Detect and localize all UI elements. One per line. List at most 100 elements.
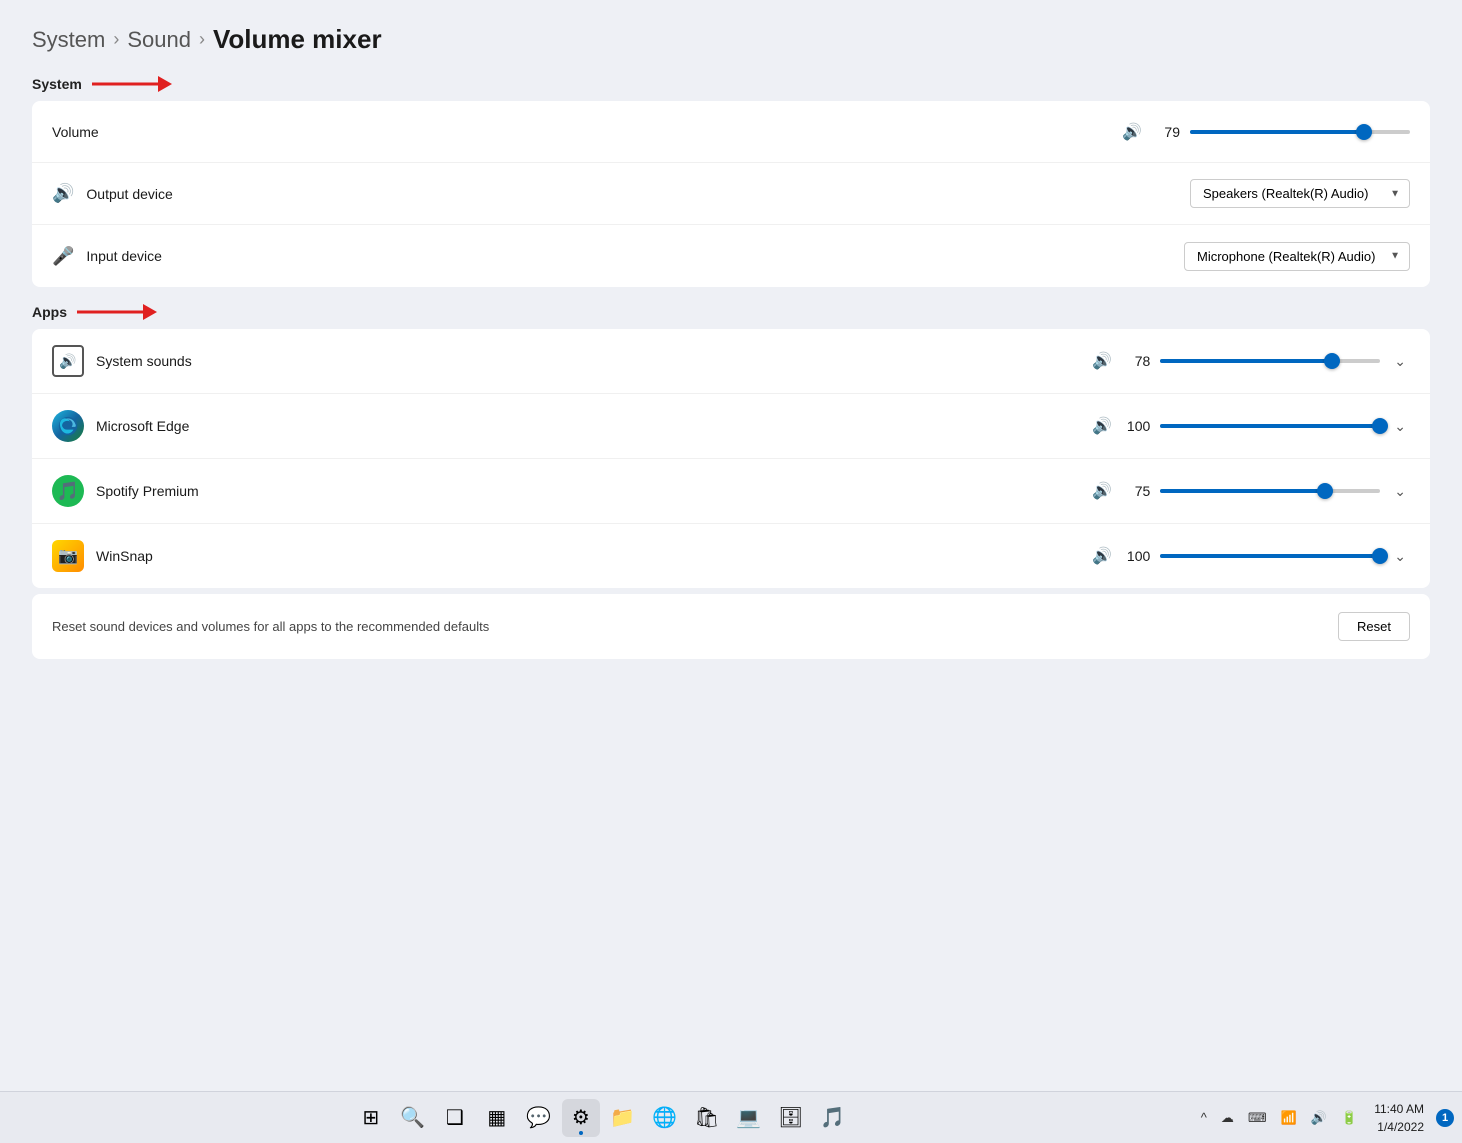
clock-date: 1/4/2022 (1374, 1118, 1424, 1136)
spotify-icon: 🎵 (52, 475, 84, 507)
volume-value: 79 (1152, 124, 1180, 140)
breadcrumb-sep2: › (199, 29, 205, 50)
breadcrumb: System › Sound › Volume mixer (32, 24, 1430, 55)
system-sounds-icon: 🔊 (52, 345, 84, 377)
widgets-icon[interactable]: ▦ (478, 1099, 516, 1137)
app-label-3: 📷 WinSnap (52, 540, 192, 572)
dell-icon[interactable]: 💻 (730, 1099, 768, 1137)
app-slider-thumb-3[interactable] (1372, 548, 1388, 564)
edge-icon (52, 410, 84, 442)
input-device-dropdown-wrapper: Microphone (Realtek(R) Audio) Line In US… (1184, 242, 1410, 271)
volume-slider[interactable] (1190, 122, 1410, 142)
app-controls-0: 🔊 78 ⌄ (1092, 349, 1410, 374)
app-slider-track-1 (1160, 424, 1380, 428)
tray-wifi-icon[interactable]: 📶 (1276, 1107, 1302, 1129)
breadcrumb-system[interactable]: System (32, 27, 105, 53)
tray-keyboard-icon[interactable]: ⌨ (1243, 1107, 1272, 1129)
search-icon[interactable]: 🔍 (394, 1099, 432, 1137)
volume-fill (1190, 130, 1364, 134)
app-slider-track-3 (1160, 554, 1380, 558)
volume-speaker-icon: 🔊 (1122, 122, 1142, 142)
app-slider-thumb-1[interactable] (1372, 418, 1388, 434)
app-row-2: 🎵Spotify Premium 🔊 75 ⌄ (32, 459, 1430, 524)
store-icon[interactable]: 🛍 (688, 1099, 726, 1137)
settings-icon[interactable]: ⚙ (562, 1099, 600, 1137)
app-slider-thumb-2[interactable] (1317, 483, 1333, 499)
app-label-2: 🎵Spotify Premium (52, 475, 199, 507)
app-vol-value-1: 100 (1122, 418, 1150, 434)
explorer-icon[interactable]: 📁 (604, 1099, 642, 1137)
input-device-row: 🎤 Input device Microphone (Realtek(R) Au… (32, 225, 1430, 287)
input-device-controls: Microphone (Realtek(R) Audio) Line In US… (1184, 242, 1410, 271)
taskbar-tray: ^ ☁ ⌨ 📶 🔊 🔋 11:40 AM 1/4/2022 1 (1196, 1098, 1454, 1138)
volume-track (1190, 130, 1410, 134)
output-device-dropdown-wrapper: Speakers (Realtek(R) Audio) HDMI Audio U… (1190, 179, 1410, 208)
clock-block[interactable]: 11:40 AM 1/4/2022 (1368, 1098, 1430, 1138)
reset-row: Reset sound devices and volumes for all … (32, 594, 1430, 659)
app-vol-icon-3: 🔊 (1092, 546, 1112, 566)
app-controls-3: 🔊 100 ⌄ (1092, 544, 1410, 569)
volume-controls: 🔊 79 (1122, 122, 1410, 142)
app-name-1: Microsoft Edge (96, 418, 189, 434)
app-label-1: Microsoft Edge (52, 410, 192, 442)
tray-battery-icon[interactable]: 🔋 (1336, 1107, 1362, 1129)
app-label-0: 🔊 System sounds (52, 345, 192, 377)
tray-cloud-icon[interactable]: ☁ (1216, 1107, 1239, 1129)
tray-chevron-icon[interactable]: ^ (1196, 1107, 1212, 1128)
breadcrumb-sound[interactable]: Sound (127, 27, 191, 53)
app-slider-0[interactable] (1160, 351, 1380, 371)
app-expand-button-0[interactable]: ⌄ (1390, 349, 1410, 374)
output-speaker-icon: 🔊 (52, 183, 74, 204)
app-row-3: 📷 WinSnap 🔊 100 ⌄ (32, 524, 1430, 588)
spotify-taskbar-icon[interactable]: 🎵 (814, 1099, 852, 1137)
breadcrumb-sep1: › (113, 29, 119, 50)
winsnap-icon: 📷 (52, 540, 84, 572)
volume-row: Volume 🔊 79 (32, 101, 1430, 163)
output-device-dropdown[interactable]: Speakers (Realtek(R) Audio) HDMI Audio U… (1190, 179, 1410, 208)
start-icon[interactable]: ⊞ (352, 1099, 390, 1137)
notification-badge[interactable]: 1 (1436, 1109, 1454, 1127)
input-device-label: 🎤 Input device (52, 246, 192, 267)
app-controls-1: 🔊 100 ⌄ (1092, 414, 1410, 439)
volume-thumb[interactable] (1356, 124, 1372, 140)
teams-icon[interactable]: 💬 (520, 1099, 558, 1137)
task-view-icon[interactable]: ❑ (436, 1099, 474, 1137)
app-vol-value-3: 100 (1122, 548, 1150, 564)
app-vol-icon-0: 🔊 (1092, 351, 1112, 371)
reset-button[interactable]: Reset (1338, 612, 1410, 641)
db-icon[interactable]: 🗄 (772, 1099, 810, 1137)
system-section-label: System (32, 75, 1430, 93)
input-mic-icon: 🎤 (52, 246, 74, 267)
app-controls-2: 🔊 75 ⌄ (1092, 479, 1410, 504)
app-expand-button-1[interactable]: ⌄ (1390, 414, 1410, 439)
app-slider-thumb-0[interactable] (1324, 353, 1340, 369)
system-arrow (92, 75, 172, 93)
reset-text: Reset sound devices and volumes for all … (52, 619, 489, 634)
apps-arrow (77, 303, 157, 321)
apps-card: 🔊System sounds🔊78⌄Microsoft Edge🔊100⌄🎵Sp… (32, 329, 1430, 588)
tray-volume-icon[interactable]: 🔊 (1306, 1107, 1332, 1129)
app-slider-1[interactable] (1160, 416, 1380, 436)
app-vol-icon-2: 🔊 (1092, 481, 1112, 501)
app-vol-icon-1: 🔊 (1092, 416, 1112, 436)
output-device-row: 🔊 Output device Speakers (Realtek(R) Aud… (32, 163, 1430, 225)
app-expand-button-2[interactable]: ⌄ (1390, 479, 1410, 504)
app-slider-fill-2 (1160, 489, 1325, 493)
system-section: System Volume 🔊 79 (32, 75, 1430, 287)
edge-taskbar-icon[interactable]: 🌐 (646, 1099, 684, 1137)
output-device-controls: Speakers (Realtek(R) Audio) HDMI Audio U… (1190, 179, 1410, 208)
app-expand-button-3[interactable]: ⌄ (1390, 544, 1410, 569)
app-name-3: WinSnap (96, 548, 153, 564)
volume-label: Volume (52, 124, 192, 140)
app-vol-value-0: 78 (1122, 353, 1150, 369)
app-name-0: System sounds (96, 353, 192, 369)
apps-section: Apps 🔊System sounds🔊78⌄Microsoft Edge🔊10… (32, 303, 1430, 588)
system-card: Volume 🔊 79 🔊 Output d (32, 101, 1430, 287)
app-slider-track-2 (1160, 489, 1380, 493)
app-slider-2[interactable] (1160, 481, 1380, 501)
app-slider-fill-3 (1160, 554, 1380, 558)
app-vol-value-2: 75 (1122, 483, 1150, 499)
app-slider-fill-1 (1160, 424, 1380, 428)
app-slider-3[interactable] (1160, 546, 1380, 566)
input-device-dropdown[interactable]: Microphone (Realtek(R) Audio) Line In US… (1184, 242, 1410, 271)
